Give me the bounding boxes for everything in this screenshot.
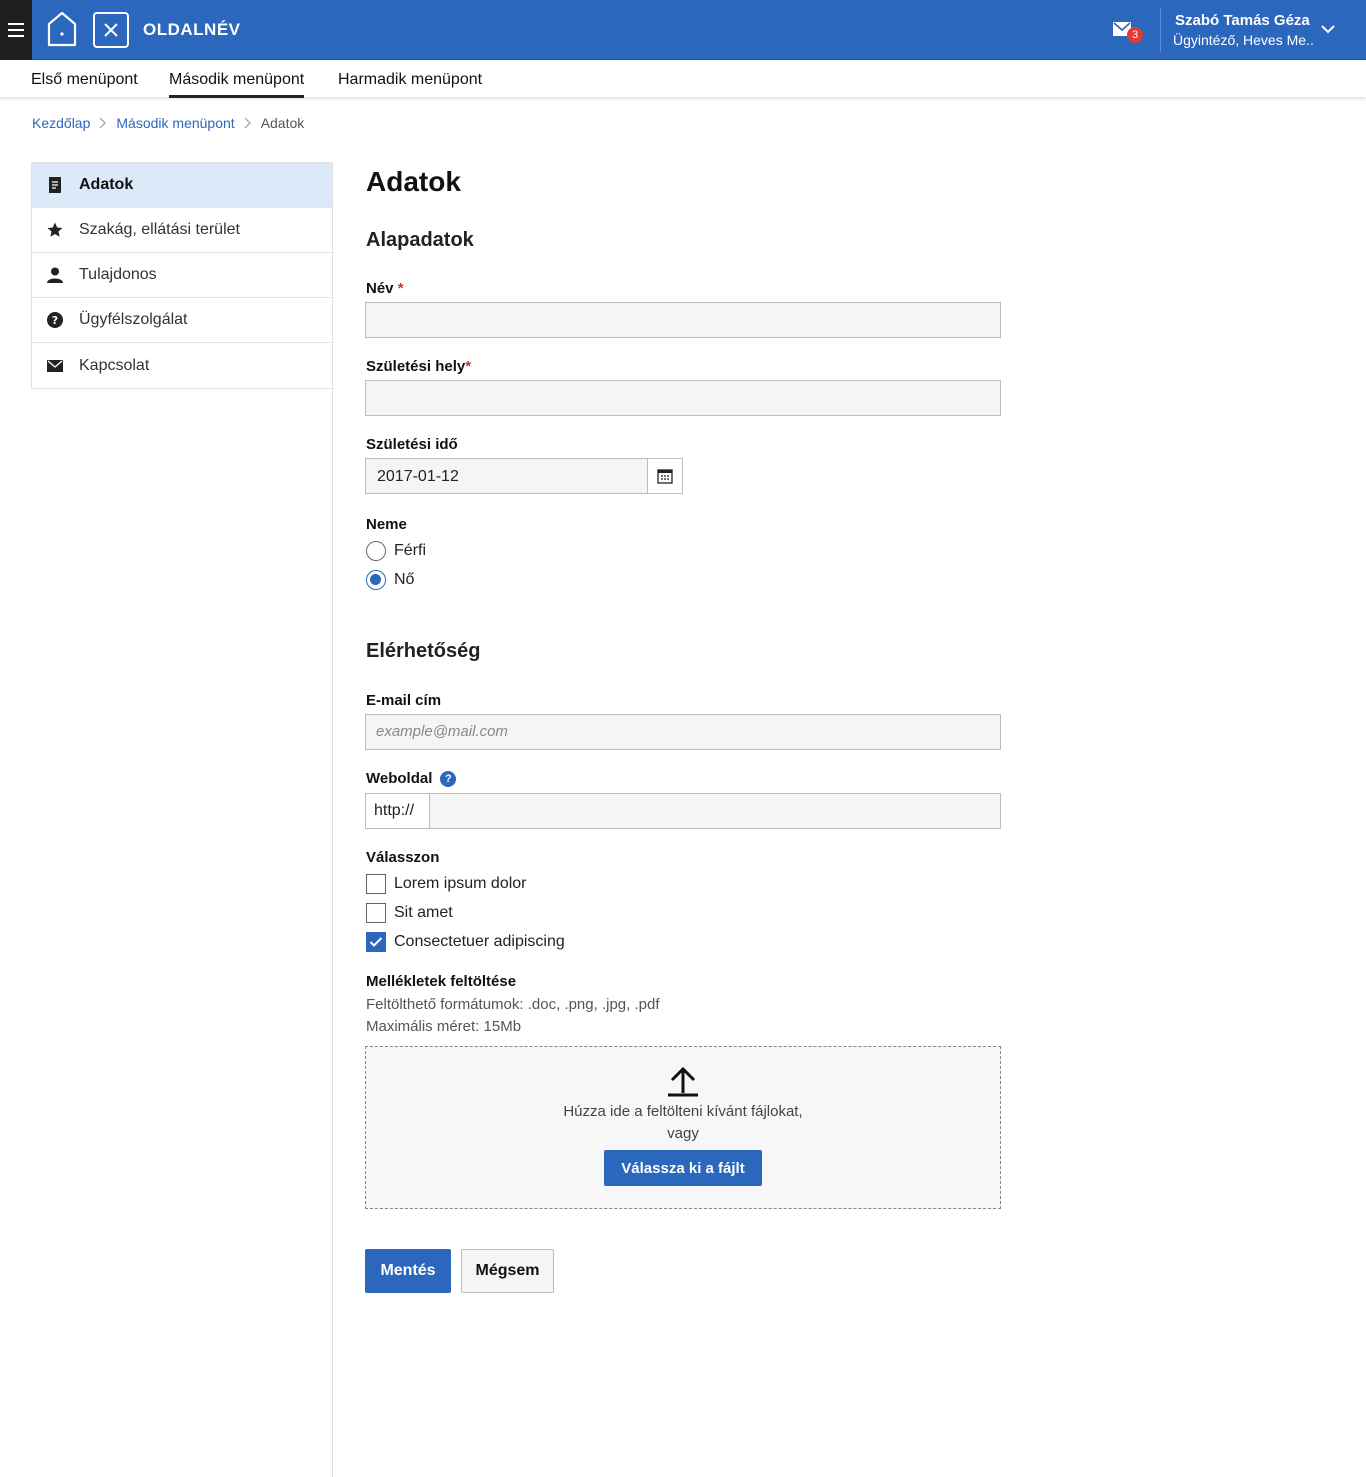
sidebar-item-ugyfelszolgalat[interactable]: ? Ügyfélszolgálat: [32, 298, 332, 343]
sidebar-item-label: Adatok: [79, 176, 134, 193]
drop-text: Húzza ide a feltölteni kívánt fájlokat,: [563, 1103, 803, 1120]
gender-option-female[interactable]: Nő: [366, 570, 414, 590]
website-label: Weboldal?: [366, 770, 457, 787]
sidebar-item-label: Szakág, ellátási terület: [79, 221, 240, 238]
checkbox-label: Lorem ipsum dolor: [394, 875, 527, 892]
chevron-right-icon: [244, 117, 251, 129]
radio-label: Férfi: [394, 542, 426, 559]
section-title-contact: Elérhetőség: [366, 640, 481, 662]
email-input[interactable]: example@mail.com: [365, 714, 1001, 750]
website-field[interactable]: http://: [365, 793, 1001, 829]
mail-icon: [46, 357, 64, 375]
cancel-button[interactable]: Mégsem: [461, 1249, 554, 1293]
birthplace-label: Születési hely*: [366, 358, 472, 375]
breadcrumb-home[interactable]: Kezdőlap: [32, 115, 90, 131]
checkbox-row-2[interactable]: Sit amet: [366, 903, 453, 923]
checkmark-icon: [369, 937, 383, 947]
choose-file-button[interactable]: Válassza ki a fájlt: [604, 1150, 762, 1186]
checkbox-row-3[interactable]: Consectetuer adipiscing: [366, 932, 565, 952]
menu-item-second[interactable]: Második menüpont: [169, 71, 305, 98]
website-prefix: http://: [366, 794, 430, 828]
choose-label: Válasszon: [366, 849, 440, 866]
radio-female[interactable]: [366, 570, 386, 590]
document-icon: [46, 176, 64, 194]
header-divider: [1160, 8, 1161, 52]
radio-label: Nő: [394, 571, 415, 588]
main-menu: Első menüpont Második menüpont Harmadik …: [0, 61, 1366, 98]
svg-text:?: ?: [52, 314, 58, 327]
upload-icon: [668, 1066, 698, 1097]
birthdate-field[interactable]: 2017-01-12: [365, 458, 683, 494]
close-icon[interactable]: [93, 12, 129, 48]
sidebar-item-szakag[interactable]: Szakág, ellátási terület: [32, 208, 332, 253]
menu-item-third[interactable]: Harmadik menüpont: [338, 71, 482, 89]
upload-label: Mellékletek feltöltése: [366, 973, 517, 990]
drop-text-or: vagy: [667, 1125, 699, 1142]
sidebar-divider: [332, 387, 333, 1477]
radio-male[interactable]: [366, 541, 386, 561]
page-title: Adatok: [366, 166, 461, 197]
section-title-basic: Alapadatok: [366, 229, 474, 251]
help-circle-icon: ?: [46, 311, 64, 329]
calendar-icon[interactable]: [647, 459, 682, 493]
breadcrumb-second[interactable]: Második menüpont: [116, 115, 234, 131]
site-name[interactable]: OLDALNÉV: [143, 20, 241, 40]
breadcrumb: Kezdőlap Második menüpont Adatok: [32, 115, 304, 131]
star-icon: [46, 221, 64, 239]
sidebar: Adatok Szakág, ellátási terület Tulajdon…: [31, 162, 333, 389]
name-label: Név *: [366, 280, 404, 297]
file-dropzone[interactable]: Húzza ide a feltölteni kívánt fájlokat, …: [365, 1046, 1001, 1209]
home-icon[interactable]: [46, 10, 78, 48]
person-icon: [46, 266, 64, 284]
birthdate-label: Születési idő: [366, 436, 458, 453]
help-icon[interactable]: ?: [440, 771, 457, 787]
checkbox-label: Consectetuer adipiscing: [394, 933, 565, 950]
birthplace-input[interactable]: [365, 380, 1001, 416]
sidebar-item-label: Tulajdonos: [79, 266, 157, 283]
checkbox-3[interactable]: [366, 932, 386, 952]
email-label: E-mail cím: [366, 692, 442, 709]
user-name[interactable]: Szabó Tamás Géza: [1175, 12, 1310, 29]
checkbox-2[interactable]: [366, 903, 386, 923]
top-bar: OLDALNÉV 3 Szabó Tamás Géza Ügyintéző, H…: [0, 0, 1366, 60]
save-button[interactable]: Mentés: [365, 1249, 451, 1293]
name-input[interactable]: [365, 302, 1001, 338]
upload-formats: Feltölthető formátumok: .doc, .png, .jpg…: [366, 996, 660, 1013]
chevron-right-icon: [99, 117, 107, 129]
sidebar-item-label: Kapcsolat: [79, 356, 150, 374]
menu-item-first[interactable]: Első menüpont: [31, 71, 138, 89]
sidebar-item-adatok[interactable]: Adatok: [32, 163, 332, 208]
sidebar-item-label: Ügyfélszolgálat: [79, 311, 188, 328]
birthdate-value[interactable]: 2017-01-12: [377, 468, 459, 486]
sidebar-item-tulajdonos[interactable]: Tulajdonos: [32, 253, 332, 298]
sidebar-item-kapcsolat[interactable]: Kapcsolat: [32, 343, 332, 388]
hamburger-menu-icon[interactable]: [0, 0, 32, 60]
upload-max-size: Maximális méret: 15Mb: [366, 1018, 522, 1035]
breadcrumb-current: Adatok: [260, 115, 305, 131]
gender-label: Neme: [366, 516, 407, 533]
checkbox-label: Sit amet: [394, 904, 453, 921]
user-role[interactable]: Ügyintéző, Heves Me..: [1173, 32, 1314, 48]
mail-count-badge: 3: [1127, 27, 1143, 43]
chevron-down-icon[interactable]: [1321, 24, 1335, 34]
checkbox-row-1[interactable]: Lorem ipsum dolor: [366, 874, 527, 894]
gender-option-male[interactable]: Férfi: [366, 541, 426, 561]
checkbox-1[interactable]: [366, 874, 386, 894]
